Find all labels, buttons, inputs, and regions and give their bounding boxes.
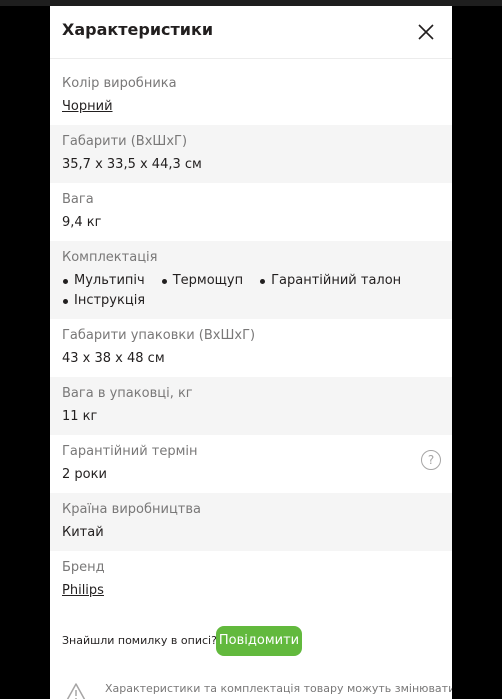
spec-row-dimensions: Габарити (ВхШхГ) 35,7 x 33,5 x 44,3 см: [50, 125, 452, 183]
contents-item: Мультипіч: [62, 271, 145, 291]
spec-label: Габарити (ВхШхГ): [62, 134, 188, 149]
spec-row-weight: Вага 9,4 кг: [50, 183, 452, 241]
spec-value: 11 кг: [62, 409, 98, 424]
spec-row-package-dimensions: Габарити упаковки (ВхШхГ) 43 x 38 x 48 с…: [50, 319, 452, 377]
warning-icon: [64, 682, 88, 699]
spec-row-package-contents: Комплектація Мультипіч Термощуп Гарантійни…: [50, 241, 452, 319]
spec-row-brand: Бренд Philips: [50, 551, 452, 609]
contents-item: Інструкція: [62, 291, 145, 311]
spec-label: Вага: [62, 192, 94, 207]
modal-header: Характеристики: [50, 6, 452, 59]
spec-value: 43 x 38 x 48 см: [62, 351, 165, 366]
spec-label: Країна виробництва: [62, 502, 201, 517]
question-circle-icon[interactable]: ?: [421, 450, 441, 470]
spec-value: 2 роки: [62, 467, 107, 482]
report-question: Знайшли помилку в описі?: [62, 634, 217, 647]
brand-link[interactable]: Philips: [62, 582, 440, 600]
contents-item: Гарантійний талон: [259, 271, 401, 291]
spec-row-country: Країна виробництва Китай: [50, 493, 452, 551]
spec-label: Комплектація: [62, 250, 158, 265]
spec-row-color: Колір виробника Чорний: [50, 67, 452, 125]
disclaimer-text: Характеристики та комплектація товару мо…: [105, 682, 452, 695]
spec-value: 35,7 x 33,5 x 44,3 см: [62, 157, 202, 172]
spec-label: Бренд: [62, 560, 105, 575]
report-button[interactable]: Повідомити: [216, 626, 302, 656]
modal-title: Характеристики: [62, 20, 214, 39]
spec-label: Вага в упаковці, кг: [62, 386, 193, 401]
color-link[interactable]: Чорний: [62, 98, 440, 116]
spec-label: Габарити упаковки (ВхШхГ): [62, 328, 256, 343]
report-error-section: Знайшли помилку в описі? Повідомити: [62, 626, 442, 658]
spec-value: 9,4 кг: [62, 215, 102, 230]
close-icon[interactable]: [414, 20, 438, 44]
spec-row-warranty: Гарантійний термін 2 роки ?: [50, 435, 452, 493]
contents-item: Термощуп: [161, 271, 243, 291]
contents-list: Мультипіч Термощуп Гарантійний талон Інстру…: [62, 271, 440, 311]
characteristics-modal: Характеристики Колір виробника Чорний Га…: [50, 6, 452, 699]
spec-value: Китай: [62, 525, 104, 540]
specs-list: Колір виробника Чорний Габарити (ВхШхГ) …: [50, 67, 452, 609]
disclaimer-note: Характеристики та комплектація товару мо…: [62, 680, 452, 699]
spec-label: Колір виробника: [62, 76, 177, 91]
spec-row-package-weight: Вага в упаковці, кг 11 кг: [50, 377, 452, 435]
spec-label: Гарантійний термін: [62, 444, 198, 459]
